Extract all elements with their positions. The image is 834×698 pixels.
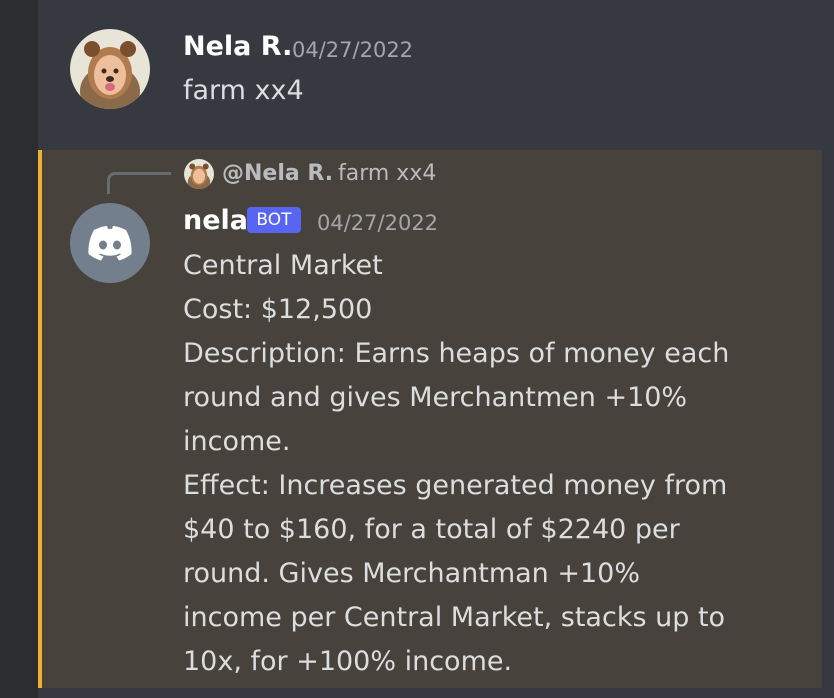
message-line: round and gives Merchantmen +10% [183,382,688,413]
user-avatar[interactable] [70,29,150,109]
discord-logo-icon [88,226,132,261]
bot-message-timestamp: 04/27/2022 [317,211,439,235]
message-timestamp: 04/27/2022 [292,38,414,62]
bot-avatar[interactable] [70,203,150,283]
message-line: income. [183,426,291,457]
message-line: Central Market [183,250,383,281]
reply-spine [107,172,171,194]
message-author[interactable]: Nela R. [183,30,292,64]
message-line: Description: Earns heaps of money each [183,338,730,369]
message-line: Cost: $12,500 [183,294,373,325]
user-avatar-image [70,29,150,109]
reply-avatar[interactable] [184,159,214,189]
bot-tag-badge: BOT [247,207,301,233]
message-line: $40 to $160, for a total of $2240 per [183,514,680,545]
message-line: 10x, for +100% income. [183,646,513,677]
chat-view: Nela R. 04/27/2022 farm xx4 @Nela R. far… [0,0,834,698]
reply-mention[interactable]: @Nela R. [222,160,333,188]
message-line: income per Central Market, stacks up to [183,602,726,633]
message-line: Effect: Increases generated money from [183,470,728,501]
message-content: farm xx4 [183,75,304,106]
bot-author[interactable]: nela [183,204,248,238]
reply-avatar-image [184,159,214,189]
bot-message-content: Central Market Cost: $12,500 Description… [183,244,803,684]
reply-preview-text[interactable]: farm xx4 [338,160,436,188]
message-line: round. Gives Merchantman +10% [183,558,641,589]
mention-highlight-bar [38,150,42,688]
